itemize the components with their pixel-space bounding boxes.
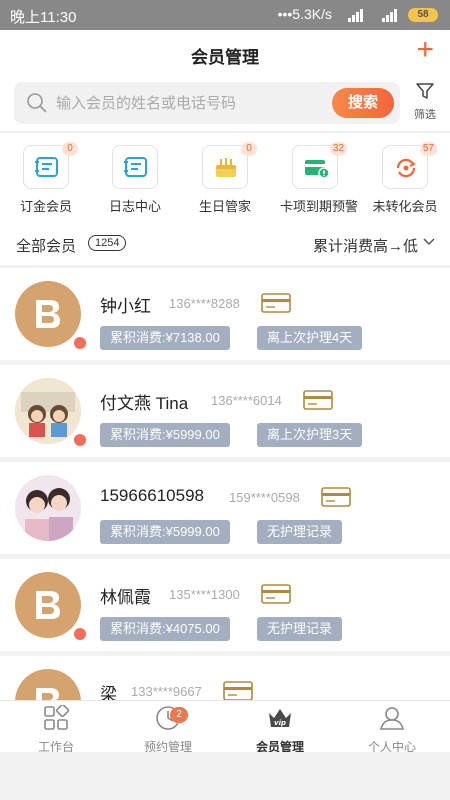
status-dot-icon [72,335,88,351]
card-expiry-icon [305,160,329,179]
avatar [15,281,81,347]
member-card-icon [223,681,253,700]
signal-icon [348,9,363,22]
vip-crown-icon: vip [269,709,291,727]
brand-logo-icon [36,688,59,700]
status-bar: 晚上11:30 •••5.3K/s 58 [0,0,450,30]
deposit-note-icon [35,157,58,177]
search-row: 搜索 筛选 [0,76,450,132]
photo-avatar-icon [15,475,81,541]
page-title: 会员管理 [191,48,259,67]
brand-logo-icon [36,591,60,619]
user-profile-icon [380,707,404,730]
quick-badge: 0 [62,142,78,156]
filter-button[interactable]: 筛选 [412,82,438,122]
status-dot-icon [72,626,88,642]
member-phone: 135****1300 [169,587,240,602]
member-card-icon [321,487,351,507]
conversion-icon [396,158,416,178]
member-card[interactable]: 林佩霞 135****1300 累积消费:¥4075.00 无护理记录 [0,559,450,651]
member-card[interactable]: 付文燕 Tina 136****6014 累积消费:¥5999.00 离上次护理… [0,365,450,457]
svg-text:vip: vip [274,719,286,727]
search-button[interactable]: 搜索 [332,88,394,118]
nav-badge: 2 [170,707,188,723]
spend-tag: 累积消费:¥4075.00 [100,617,230,641]
member-phone: 136****8288 [169,296,240,311]
status-time: 晚上11:30 [10,9,77,26]
chevron-down-icon[interactable] [422,237,436,247]
nav-item-appointments[interactable]: 2 预约管理 [112,705,224,755]
search-input[interactable] [56,92,326,114]
spend-tag: 累积消费:¥5999.00 [100,423,230,447]
member-name: 付文燕 Tina [100,394,189,413]
avatar [15,572,81,638]
quick-label: 生日管家 [198,199,251,214]
member-name: 梁 [100,685,117,700]
network-speed: •••5.3K/s [277,6,332,22]
quick-item-card-expiry[interactable]: 32 卡项到期预警 [280,142,359,215]
care-tag: 无护理记录 [257,520,343,544]
care-tag: 离上次护理3天 [257,423,363,447]
brand-logo-icon [36,300,60,328]
members-header: 全部会员 1254 累计消费高→低 [0,223,450,265]
filter-icon [416,83,434,99]
quick-item-log-center[interactable]: 日志中心 [100,145,170,215]
filter-label: 筛选 [414,109,436,121]
member-card-icon [303,390,333,410]
photo-avatar-icon [15,378,81,444]
care-tag: 无护理记录 [257,617,343,641]
member-name: 钟小红 [100,297,151,316]
member-phone: 159****0598 [229,490,300,505]
member-count-badge: 1254 [88,235,127,251]
quick-item-deposit-members[interactable]: 0 订金会员 [11,142,81,215]
nav-item-members[interactable]: vip 会员管理 [224,705,336,755]
workbench-grid-icon [44,703,70,730]
status-dot-icon [72,432,88,448]
search-icon [27,93,47,113]
avatar [15,669,81,700]
quick-label: 日志中心 [108,199,161,214]
quick-label: 卡项到期预警 [280,199,359,214]
log-note-icon [124,157,147,177]
spend-tag: 累积消费:¥7138.00 [100,326,230,350]
nav-item-workbench[interactable]: 工作台 [0,703,112,755]
spend-tag: 累积消费:¥5999.00 [100,520,230,544]
avatar [15,475,81,541]
quick-badge: 32 [329,142,347,156]
quick-badge: 57 [419,142,437,156]
signal-icon [382,9,397,22]
avatar [15,378,81,444]
search-box: 搜索 [14,82,400,124]
quick-item-unconverted[interactable]: 57 未转化会员 [370,142,440,215]
member-phone: 133****9667 [131,684,202,699]
battery-icon: 58 [408,8,438,22]
sort-selector[interactable]: 累计消费高→低 [313,235,418,256]
quick-badge: 0 [241,142,257,156]
birthday-cake-icon [216,158,236,177]
member-name: 林佩霞 [100,588,151,607]
quick-label: 订金会员 [19,199,72,214]
member-card[interactable]: 梁 133****9667 [0,656,450,700]
bottom-spacer [0,752,450,800]
member-phone: 136****6014 [211,393,282,408]
care-tag: 离上次护理4天 [257,326,363,350]
bottom-nav: 工作台 2 预约管理 vip 会员管理 个人中心 [0,700,450,755]
page-header: 会员管理 + [0,30,450,76]
member-card[interactable]: 15966610598 159****0598 累积消费:¥5999.00 无护… [0,462,450,554]
quick-label: 未转化会员 [372,199,438,214]
nav-item-profile[interactable]: 个人中心 [336,705,448,755]
plus-icon[interactable]: + [416,35,434,65]
member-list: 钟小红 136****8288 累积消费:¥7138.00 离上次护理4天 付文… [0,268,450,700]
quick-menu: 0 订金会员 日志中心 0 生日管家 32 卡项到期预警 57 未转化会员 [0,133,450,223]
all-members-label[interactable]: 全部会员 [16,235,76,256]
member-card-icon [261,293,291,313]
member-name: 15966610598 [100,486,205,505]
member-card-icon [261,584,291,604]
quick-item-birthday[interactable]: 0 生日管家 [190,142,260,215]
member-card[interactable]: 钟小红 136****8288 累积消费:¥7138.00 离上次护理4天 [0,268,450,360]
